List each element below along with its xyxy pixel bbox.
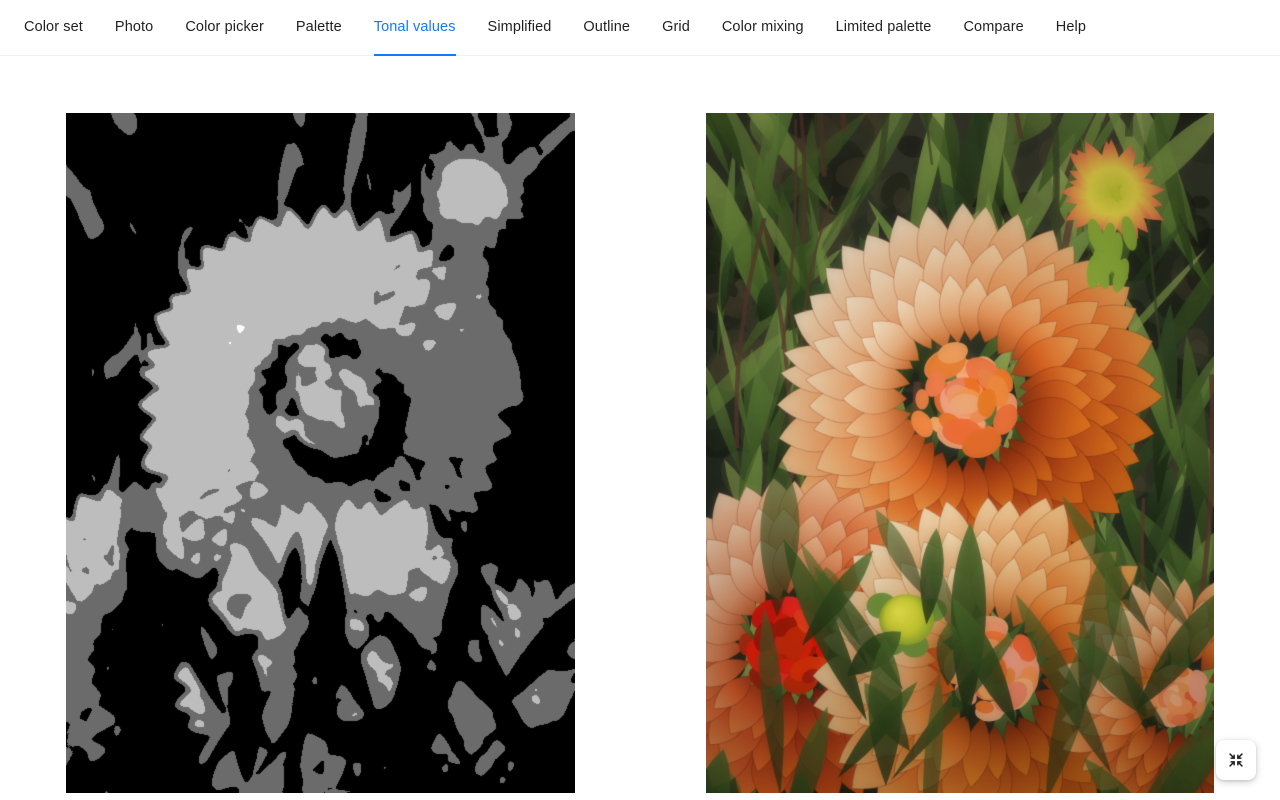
tab-label: Palette	[295, 19, 342, 36]
tab-label: Grid	[662, 19, 690, 36]
tab-color-mixing[interactable]: Color mixing	[706, 0, 820, 55]
tab-compare[interactable]: Compare	[947, 0, 1039, 55]
tab-photo[interactable]: Photo	[99, 0, 169, 55]
tab-help[interactable]: Help	[1040, 0, 1102, 55]
tab-label: Color set	[24, 19, 83, 36]
toolbar-region: ArtistAssistApp.com Light tone Mid tone …	[0, 56, 1280, 162]
tab-label: Limited palette	[835, 19, 932, 36]
tab-color-set[interactable]: Color set	[8, 0, 99, 55]
tab-palette[interactable]: Palette	[280, 0, 358, 55]
reference-photo-canvas	[706, 113, 1214, 793]
main-tab-bar: Color set Photo Color picker Palette Ton…	[0, 0, 1280, 56]
tab-tonal-values[interactable]: Tonal values	[358, 0, 472, 56]
exit-fullscreen-button[interactable]	[1216, 740, 1256, 780]
image-stage	[0, 113, 1280, 800]
tonal-value-canvas	[66, 113, 575, 793]
tab-outline[interactable]: Outline	[567, 0, 646, 55]
tab-simplified[interactable]: Simplified	[472, 0, 568, 55]
tab-label: Tonal values	[373, 19, 456, 36]
tab-label: Simplified	[487, 19, 552, 36]
reference-photo[interactable]	[706, 113, 1214, 793]
tab-label: Color mixing	[721, 19, 804, 36]
tab-label: Photo	[114, 19, 154, 36]
tab-label: Compare	[963, 19, 1024, 36]
tab-color-picker[interactable]: Color picker	[169, 0, 280, 55]
tab-label: Help	[1055, 19, 1087, 36]
tonal-value-image[interactable]	[66, 113, 575, 793]
tab-label: Color picker	[185, 19, 264, 36]
tab-grid[interactable]: Grid	[646, 0, 706, 55]
tab-limited-palette[interactable]: Limited palette	[820, 0, 948, 55]
collapse-arrows-icon	[1227, 751, 1245, 769]
tab-label: Outline	[583, 19, 631, 36]
